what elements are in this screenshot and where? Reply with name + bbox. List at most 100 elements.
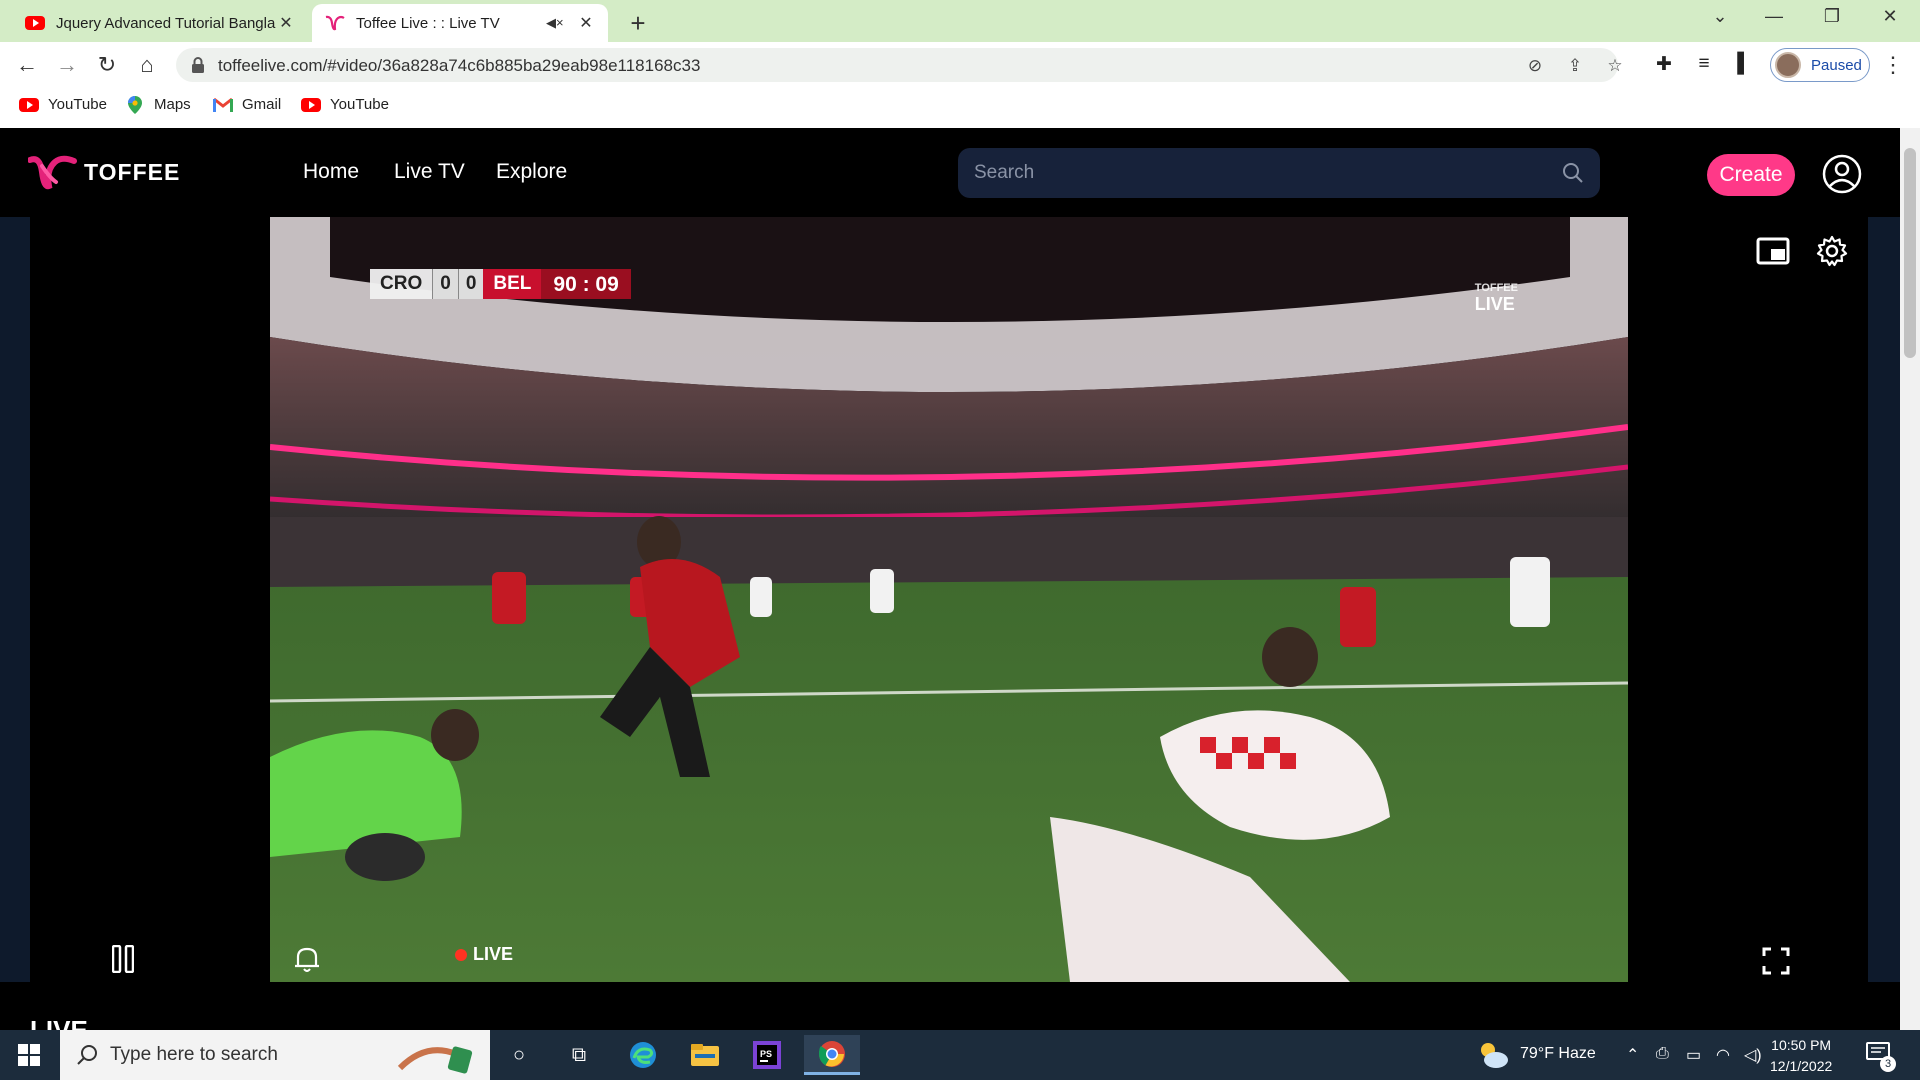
minimize-button[interactable]: —: [1754, 6, 1794, 27]
forward-button[interactable]: →: [52, 50, 82, 80]
toffee-page: TOFFEE Home Live TV Explore Search Creat…: [0, 128, 1900, 1030]
url-text[interactable]: toffeelive.com/#video/36a828a74c6b885ba2…: [218, 56, 700, 76]
start-button[interactable]: [0, 1030, 58, 1080]
fullscreen-icon[interactable]: [1762, 947, 1790, 975]
tab-search-chevron-icon[interactable]: ⌄: [1700, 6, 1740, 27]
share-icon[interactable]: ⇪: [1564, 56, 1586, 76]
wifi-icon[interactable]: ◠: [1716, 1045, 1730, 1065]
svg-text:PS: PS: [760, 1049, 772, 1059]
media-queue-icon[interactable]: ≡: [1692, 53, 1716, 77]
bookmark-maps[interactable]: Maps: [124, 95, 191, 114]
notifications-icon[interactable]: 3: [1866, 1042, 1896, 1072]
youtube-icon: [300, 97, 322, 113]
weather-text[interactable]: 79°F Haze: [1520, 1045, 1596, 1063]
tab-strip: Jquery Advanced Tutorial Bangla ✕ Toffee…: [0, 0, 1920, 42]
bookmark-youtube-2[interactable]: YouTube: [300, 96, 389, 113]
edge-icon[interactable]: [618, 1035, 668, 1075]
site-search-input[interactable]: Search: [958, 148, 1600, 198]
watermark-brand: TOFFEE: [1474, 282, 1518, 294]
file-explorer-icon[interactable]: [680, 1035, 730, 1075]
youtube-icon: [18, 97, 40, 113]
scrollbar-thumb[interactable]: [1904, 148, 1916, 358]
search-placeholder: Search: [974, 162, 1035, 183]
meet-now-icon[interactable]: ⎙: [1656, 1045, 1669, 1063]
more-menu-icon[interactable]: ⋮: [1882, 52, 1904, 78]
restore-button[interactable]: ❐: [1812, 6, 1852, 27]
tab-title: Jquery Advanced Tutorial Bangla: [56, 14, 276, 32]
video-player[interactable]: CRO 0 0 BEL 90 : 09 TOFFEE LIVE LIVE: [0, 217, 1900, 982]
nav-live-tv[interactable]: Live TV: [394, 160, 465, 184]
youtube-icon: [24, 15, 46, 31]
notification-badge: 3: [1880, 1056, 1896, 1072]
tab-title: Toffee Live : : Live TV: [356, 14, 500, 32]
volume-icon[interactable]: ◁): [1744, 1045, 1762, 1065]
away-score: 0: [457, 269, 484, 299]
toffee-logo[interactable]: TOFFEE: [28, 152, 180, 192]
extensions-icon[interactable]: ✚: [1652, 53, 1676, 77]
settings-gear-icon[interactable]: [1816, 235, 1848, 267]
nav-explore[interactable]: Explore: [496, 160, 567, 184]
toffee-icon: [324, 15, 346, 31]
clock-time: 10:50 PM: [1771, 1037, 1832, 1053]
match-clock: 90 : 09: [541, 269, 631, 299]
home-team: CRO: [370, 269, 433, 299]
home-button[interactable]: ⌂: [132, 50, 162, 80]
bookmark-gmail[interactable]: Gmail: [212, 96, 281, 113]
taskbar-search[interactable]: Type here to search: [60, 1030, 490, 1080]
battery-icon[interactable]: ▭: [1686, 1045, 1701, 1065]
tab-toffee-live[interactable]: Toffee Live : : Live TV ◀× ✕: [312, 4, 608, 42]
new-tab-button[interactable]: +: [624, 8, 652, 39]
bookmark-label: Maps: [154, 96, 191, 113]
live-label: LIVE: [473, 944, 514, 964]
back-button[interactable]: ←: [12, 50, 42, 80]
bell-icon[interactable]: [294, 945, 320, 973]
brand-name: TOFFEE: [84, 158, 181, 185]
tab-jquery-tutorial[interactable]: Jquery Advanced Tutorial Bangla ✕: [12, 4, 308, 42]
user-account-icon[interactable]: [1822, 154, 1862, 194]
search-icon[interactable]: [1562, 162, 1584, 184]
bookmarks-bar: YouTube Maps Gmail YouTube: [0, 88, 1920, 128]
close-icon[interactable]: ✕: [276, 13, 296, 33]
toffee-logo-icon: [28, 155, 77, 190]
bookmark-youtube[interactable]: YouTube: [18, 96, 107, 113]
windows-logo-icon: [18, 1044, 40, 1066]
bookmark-label: YouTube: [48, 96, 107, 113]
clock-date: 12/1/2022: [1770, 1058, 1833, 1074]
home-score: 0: [432, 269, 458, 299]
phpstorm-icon[interactable]: PS: [742, 1035, 792, 1075]
nav-home[interactable]: Home: [303, 160, 359, 184]
toffee-live-watermark: TOFFEE LIVE: [1474, 277, 1518, 313]
pause-icon[interactable]: [112, 945, 134, 973]
create-button[interactable]: Create: [1707, 154, 1795, 196]
page-scrollbar[interactable]: [1900, 128, 1920, 1030]
lock-icon[interactable]: [190, 56, 206, 74]
player-side-panel-right: [1868, 217, 1900, 982]
close-window-button[interactable]: ✕: [1870, 6, 1910, 27]
side-panel-icon[interactable]: ▌: [1732, 53, 1756, 77]
live-indicator: LIVE: [455, 944, 513, 965]
profile-status: Paused: [1811, 56, 1862, 74]
bookmark-label: Gmail: [242, 96, 282, 113]
speaker-muted-icon[interactable]: ◀×: [546, 15, 564, 31]
windows-taskbar: Type here to search ○ ⧉ PS 79°F Haze ⌃ ⎙…: [0, 1030, 1920, 1080]
profile-button[interactable]: Paused: [1770, 48, 1870, 82]
video-frame[interactable]: CRO 0 0 BEL 90 : 09 TOFFEE LIVE: [270, 217, 1628, 982]
picture-in-picture-icon[interactable]: [1756, 237, 1790, 265]
gmail-icon: [212, 97, 234, 113]
section-heading: LIVE: [30, 1016, 88, 1030]
away-team: BEL: [483, 269, 542, 299]
scoreboard: CRO 0 0 BEL 90 : 09: [370, 269, 631, 299]
cortana-icon[interactable]: ○: [494, 1035, 544, 1075]
reload-button[interactable]: ↻: [92, 50, 122, 80]
show-hidden-icons-icon[interactable]: ⌃: [1626, 1045, 1639, 1065]
bookmark-star-icon[interactable]: ☆: [1604, 56, 1626, 76]
chrome-icon[interactable]: [804, 1035, 860, 1075]
system-clock[interactable]: 10:50 PM 12/1/2022: [1770, 1035, 1832, 1077]
task-view-icon[interactable]: ⧉: [554, 1035, 604, 1075]
weather-cloud-icon[interactable]: [1476, 1040, 1510, 1070]
search-highlight-illustration-icon: [397, 1046, 473, 1074]
close-icon[interactable]: ✕: [576, 13, 596, 33]
live-dot-icon: [455, 948, 467, 961]
address-bar[interactable]: toffeelive.com/#video/36a828a74c6b885ba2…: [176, 48, 1623, 82]
eye-off-icon[interactable]: ⊘: [1524, 56, 1546, 76]
